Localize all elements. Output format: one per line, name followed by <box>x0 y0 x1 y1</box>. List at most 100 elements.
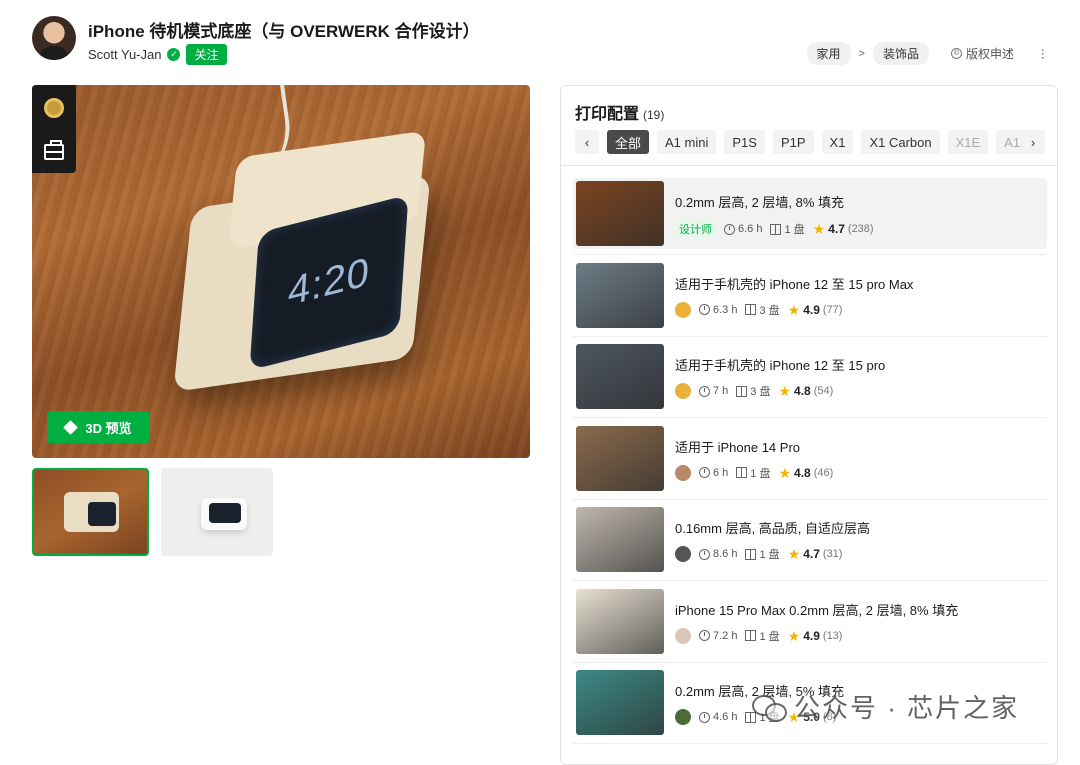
clock-icon <box>699 630 710 641</box>
profile-meta: 7 h 3 盘 ★ 4.8 (54) <box>675 383 833 399</box>
filter-a1-mini[interactable]: A1 mini <box>657 130 717 154</box>
print-time: 6.3 h <box>699 304 737 316</box>
3d-preview-button[interactable]: 3D 预览 <box>47 411 149 443</box>
rating-count: (238) <box>847 223 874 235</box>
plate-icon <box>736 385 748 397</box>
uploader-avatar[interactable] <box>675 627 691 644</box>
uploader-avatar[interactable] <box>675 301 691 318</box>
profile-thumbnail <box>576 181 664 246</box>
filter-x1-carbon[interactable]: X1 Carbon <box>861 130 940 154</box>
profile-list-item[interactable]: 0.2mm 层高, 2 层墙, 8% 填充 设计师 6.6 h 1 盘 ★ 4.7 (238… <box>573 178 1047 255</box>
watermark-text: 公众号 · 芯片之家 <box>794 693 1020 723</box>
rating: ★ 4.8 (54) <box>778 384 833 398</box>
copyright-report-link[interactable]: © 版权申述 <box>950 45 1014 62</box>
filter-x1[interactable]: X1 <box>821 130 854 154</box>
profile-meta: 设计师 6.6 h 1 盘 ★ 4.7 (238) <box>675 220 874 238</box>
copyright-label: 版权申述 <box>965 47 1014 61</box>
plate-icon <box>770 223 782 235</box>
plate-icon <box>745 304 757 315</box>
rating: ★ 4.7 (31) <box>788 547 843 561</box>
print-time-value: 6.6 h <box>738 223 763 235</box>
rating: ★ 4.9 (77) <box>788 303 843 317</box>
rating-value: 4.9 <box>803 628 820 643</box>
plate-count-value: 1 盘 <box>759 549 780 561</box>
print-time: 4.6 h <box>699 711 737 723</box>
profile-count: (19) <box>643 108 665 122</box>
filter-p1s[interactable]: P1S <box>724 130 765 154</box>
print-time: 8.6 h <box>699 548 737 560</box>
author-name[interactable]: Scott Yu-Jan <box>88 47 161 62</box>
thumbnail-1[interactable] <box>32 468 149 556</box>
print-time: 6 h <box>699 467 728 479</box>
profile-list-item[interactable]: 适用于手机壳的 iPhone 12 至 15 pro 7 h 3 盘 ★ 4.8 (54) <box>573 341 1047 418</box>
designer-tag: 设计师 <box>675 220 716 238</box>
profile-list-item[interactable]: 适用于 iPhone 14 Pro 6 h 1 盘 ★ 4.8 (46) <box>573 423 1047 500</box>
profile-list: 0.2mm 层高, 2 层墙, 8% 填充 设计师 6.6 h1 盘 ★ 4.7 (238… <box>573 178 1047 749</box>
more-menu-icon[interactable]: ··· <box>1036 48 1052 59</box>
profile-title: iPhone 15 Pro Max 0.2mm 层高, 2 层墙, 8% 填充 <box>675 602 959 618</box>
header: iPhone 待机模式底座（与 OVERWERK 合作设计） Scott Yu-… <box>32 14 1062 70</box>
divider <box>561 165 1057 166</box>
clock-icon <box>699 467 710 478</box>
print-time: 6.6 h <box>724 223 762 235</box>
clock-icon <box>724 223 735 235</box>
star-icon: ★ <box>812 221 826 237</box>
chevron-right-icon[interactable]: › <box>1021 130 1045 154</box>
rating-value: 4.7 <box>803 547 820 561</box>
filter-x1e[interactable]: X1E <box>947 130 989 154</box>
thumbnail-2[interactable] <box>161 468 273 556</box>
author-avatar[interactable] <box>32 16 76 60</box>
filter-p1p[interactable]: P1P <box>772 130 814 154</box>
rating-count: (77) <box>822 303 843 316</box>
breadcrumb-decor[interactable]: 装饰品 <box>872 42 929 65</box>
profile-meta: 6.3 h 3 盘 ★ 4.9 (77) <box>675 301 843 318</box>
uploader-avatar[interactable] <box>675 709 691 725</box>
profile-meta: 7.2 h 1 盘 ★ 4.9 (13) <box>675 627 843 644</box>
profile-thumbnail <box>576 670 664 735</box>
copyright-icon: © <box>950 48 962 59</box>
profile-title: 0.16mm 层高, 高品质, 自适应层高 <box>675 521 871 536</box>
uploader-avatar[interactable] <box>675 464 691 481</box>
star-icon: ★ <box>778 464 792 481</box>
plate-count: 3 盘 <box>736 383 770 399</box>
print-time-value: 8.6 h <box>713 548 738 560</box>
print-time-value: 6 h <box>713 466 729 479</box>
star-icon: ★ <box>778 383 792 399</box>
rating-count: (54) <box>813 385 834 397</box>
rating-value: 4.8 <box>794 384 811 398</box>
uploader-avatar[interactable] <box>675 546 691 562</box>
main-preview-image[interactable]: 4:20 <box>32 85 530 458</box>
plate-icon <box>736 467 748 478</box>
plate-count-value: 1 盘 <box>759 630 780 643</box>
print-time-value: 6.3 h <box>713 303 738 316</box>
chevron-left-icon[interactable]: ‹ <box>575 130 599 154</box>
rating-count: (46) <box>813 466 834 479</box>
profile-title: 适用于手机壳的 iPhone 12 至 15 pro Max <box>675 276 914 292</box>
print-time-value: 7 h <box>713 385 729 397</box>
breadcrumb-home[interactable]: 家用 <box>806 42 851 65</box>
profile-meta: 6 h 1 盘 ★ 4.8 (46) <box>675 464 834 481</box>
wechat-logo-icon <box>752 693 787 722</box>
profile-list-item[interactable]: 适用于手机壳的 iPhone 12 至 15 pro Max 6.3 h 3 盘 ★ 4… <box>573 260 1047 337</box>
rating-value: 4.8 <box>794 465 811 480</box>
follow-button[interactable]: 关注 <box>186 44 227 65</box>
print-time: 7 h <box>699 385 728 397</box>
profile-thumbnail <box>576 507 664 572</box>
award-badge-icon[interactable] <box>44 98 64 118</box>
clock-icon <box>699 304 710 315</box>
clock-icon <box>699 385 710 397</box>
filter-all[interactable]: 全部 <box>607 130 650 154</box>
print-time-value: 4.6 h <box>713 711 738 723</box>
profile-thumbnail <box>576 262 664 328</box>
profile-list-item[interactable]: iPhone 15 Pro Max 0.2mm 层高, 2 层墙, 8% 填充 7… <box>573 586 1047 663</box>
profile-thumbnail <box>576 344 664 409</box>
plate-icon <box>745 548 757 560</box>
verified-icon: ✓ <box>167 48 181 61</box>
watermark: 公众号 · 芯片之家 <box>752 688 1019 725</box>
panel-title-text: 打印配置 <box>575 106 640 123</box>
profile-list-item[interactable]: 0.16mm 层高, 高品质, 自适应层高 8.6 h 1 盘 ★ 4.7 (31) <box>573 504 1047 581</box>
uploader-avatar[interactable] <box>675 383 691 399</box>
printer-filter-bar: ‹ 全部 A1 mini P1S P1P X1 X1 Carbon X1E A1… <box>575 129 1045 155</box>
rating: ★ 4.9 (13) <box>788 629 843 643</box>
toolbox-icon[interactable] <box>44 140 64 160</box>
